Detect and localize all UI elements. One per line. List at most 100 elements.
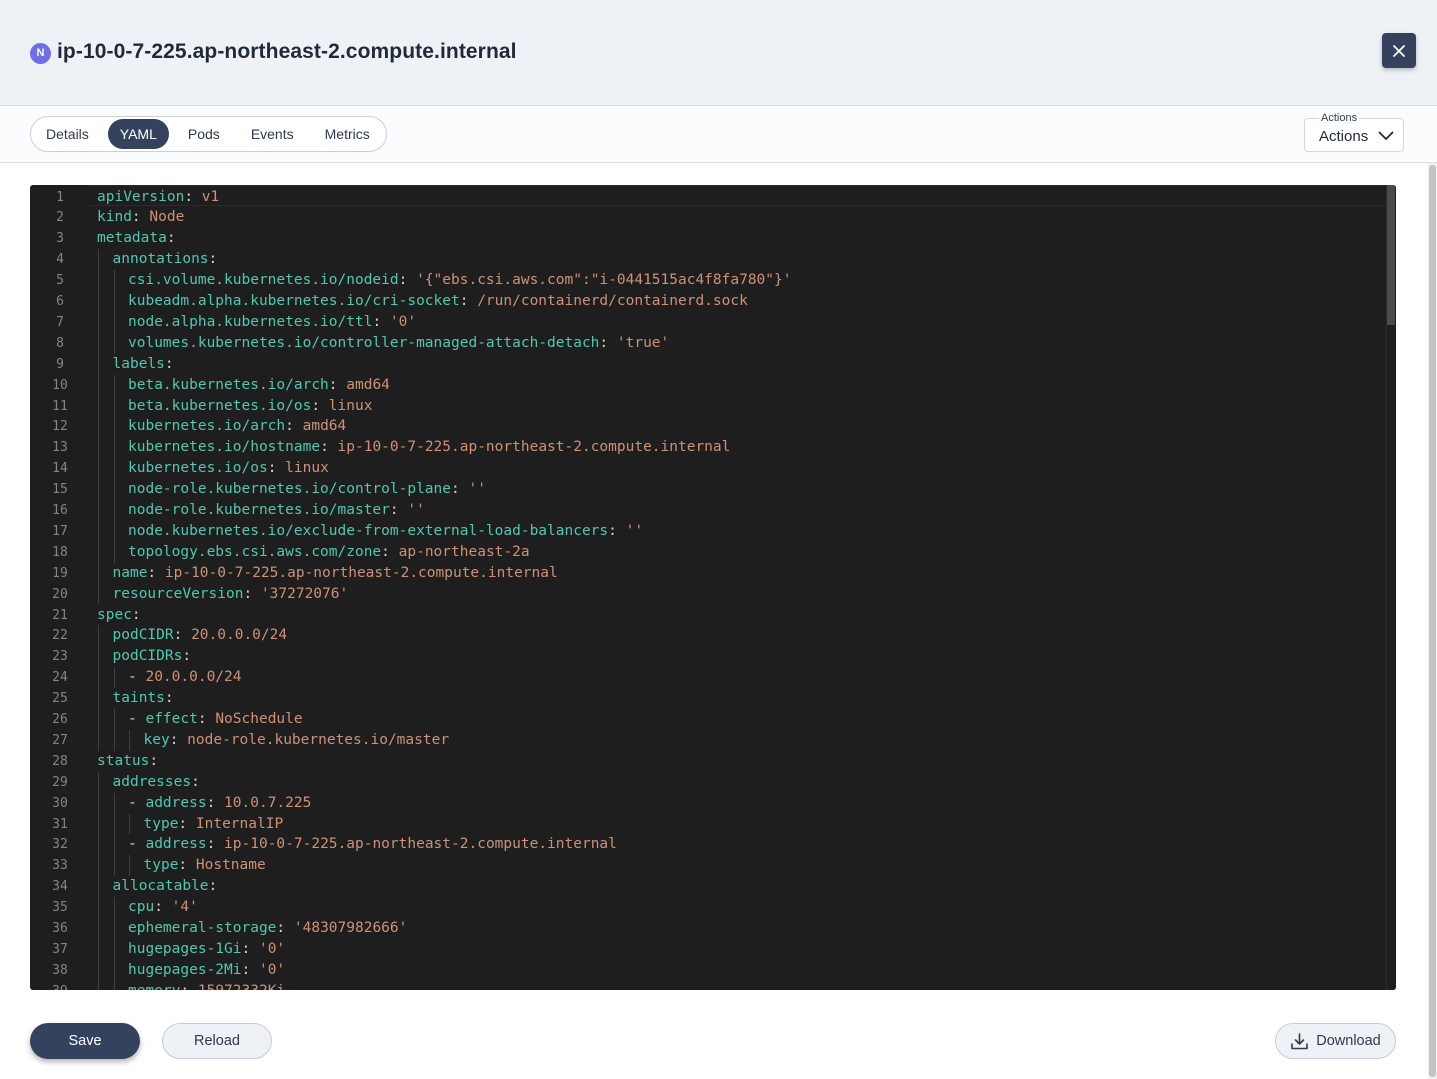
yaml-colon: : — [184, 188, 202, 205]
download-button[interactable]: Download — [1275, 1023, 1396, 1059]
yaml-colon: : — [208, 878, 218, 895]
line-number: 8 — [56, 335, 64, 351]
yaml-colon: : — [372, 313, 390, 330]
code-line: volumes.kubernetes.io/controller-managed… — [128, 333, 669, 354]
yaml-key: type — [143, 815, 179, 832]
yaml-value: ap-northeast-2a — [398, 543, 530, 560]
line-number: 38 — [52, 962, 68, 978]
page-scrollbar-thumb[interactable] — [1429, 165, 1436, 1077]
yaml-colon: : — [164, 355, 174, 372]
yaml-colon: : — [206, 836, 225, 853]
line-number: 18 — [52, 544, 68, 560]
code-line: name: ip-10-0-7-225.ap-northeast-2.compu… — [113, 563, 558, 584]
code-line: node.kubernetes.io/exclude-from-external… — [128, 521, 643, 542]
code-line: hugepages-2Mi: '0' — [128, 960, 285, 981]
line-number: 7 — [56, 314, 64, 330]
yaml-editor[interactable]: 1 2 3 4 5 6 7 8 9 10 11 12 13 14 15 16 17 18 19 20 21 22 23 24 2… — [30, 185, 1396, 990]
yaml-colon: : — [169, 731, 188, 748]
yaml-value: '0' — [258, 961, 286, 978]
yaml-colon: : — [389, 502, 408, 518]
chevron-down-icon — [1378, 131, 1394, 140]
list-dash: - — [128, 669, 146, 686]
code-line: kubernetes.io/arch: amd64 — [128, 416, 346, 437]
yaml-key: topology.ebs.csi.aws.com/zone — [128, 543, 382, 560]
line-number: 30 — [52, 795, 68, 811]
indent-guide — [113, 270, 115, 354]
save-button[interactable]: Save — [30, 1023, 140, 1059]
code-line: memory: 15972332Ki — [128, 981, 285, 990]
yaml-value: v1 — [201, 188, 220, 205]
yaml-value: Hostname — [195, 857, 266, 874]
editor-scrollbar[interactable] — [1386, 185, 1396, 990]
code-line: allocatable: — [113, 876, 218, 897]
yaml-key: node.kubernetes.io/exclude-from-external… — [128, 522, 609, 539]
yaml-value: '48307982666' — [293, 920, 408, 936]
code-line: kubeadm.alpha.kubernetes.io/cri-socket: … — [128, 291, 748, 312]
yaml-value: node-role.kubernetes.io/master — [187, 731, 450, 748]
indent-guide — [98, 771, 99, 990]
yaml-key: csi.volume.kubernetes.io/nodeid — [128, 272, 399, 289]
tab-events[interactable]: Events — [239, 119, 306, 149]
yaml-value: 'true' — [616, 334, 670, 351]
yaml-key: taints — [112, 690, 165, 707]
yaml-colon: : — [131, 606, 141, 623]
code-line: node.alpha.kubernetes.io/ttl: '0' — [128, 312, 416, 333]
list-dash: - — [128, 794, 146, 811]
yaml-value: linux — [285, 460, 329, 477]
tab-yaml[interactable]: YAML — [107, 119, 169, 149]
download-label: Download — [1316, 1033, 1381, 1049]
tab-metrics[interactable]: Metrics — [313, 119, 382, 149]
yaml-colon: : — [166, 230, 176, 247]
line-number: 3 — [56, 231, 64, 247]
yaml-key: ephemeral-storage — [128, 920, 277, 936]
line-number: 29 — [52, 774, 68, 790]
code-area[interactable]: apiVersion: v1 kind: Node metadata: annotat… — [97, 185, 1386, 990]
yaml-value: ip-10-0-7-225.ap-northeast-2.compute.int… — [337, 439, 731, 456]
yaml-key: cpu — [128, 899, 155, 916]
code-line: metadata: — [97, 228, 176, 249]
indent-guide — [98, 249, 99, 605]
yaml-value: /run/containerd/containerd.sock — [477, 293, 748, 309]
yaml-key: node-role.kubernetes.io/master — [128, 502, 390, 518]
editor-scrollbar-thumb[interactable] — [1387, 185, 1395, 325]
line-number: 5 — [56, 273, 64, 289]
yaml-key: podCIDR — [112, 627, 174, 644]
yaml-key: address — [145, 794, 207, 811]
yaml-key: beta.kubernetes.io/os — [128, 397, 312, 414]
yaml-value: '4' — [171, 899, 198, 916]
code-line: addresses: — [113, 772, 200, 793]
close-button[interactable] — [1382, 33, 1416, 68]
yaml-key: kubernetes.io/arch — [128, 418, 286, 435]
code-line: beta.kubernetes.io/os: linux — [128, 396, 372, 417]
line-number: 4 — [56, 252, 64, 268]
code-line: - address: ip-10-0-7-225.ap-northeast-2.… — [128, 834, 617, 855]
tab-pods[interactable]: Pods — [176, 119, 232, 149]
reload-button[interactable]: Reload — [162, 1023, 272, 1059]
code-line: annotations: — [113, 249, 218, 270]
line-number: 20 — [52, 586, 68, 602]
yaml-colon: : — [154, 899, 172, 916]
yaml-value: 20.0.0.0/24 — [191, 627, 288, 644]
yaml-key: kubernetes.io/os — [128, 460, 268, 477]
line-number: 28 — [52, 753, 68, 769]
yaml-value: linux — [328, 397, 373, 414]
yaml-colon: : — [451, 481, 469, 498]
code-line: kubernetes.io/os: linux — [128, 458, 329, 479]
tab-bar: Details YAML Pods Events Metrics — [0, 107, 1437, 163]
actions-legend: Actions — [1319, 112, 1360, 124]
code-line: kind: Node — [97, 207, 184, 228]
tab-details[interactable]: Details — [34, 119, 101, 149]
page-scrollbar[interactable] — [1428, 163, 1437, 1079]
yaml-key: metadata — [97, 230, 167, 247]
code-line: - 20.0.0.0/24 — [128, 667, 242, 688]
code-line: node-role.kubernetes.io/master: '' — [128, 500, 425, 521]
line-number: 17 — [52, 523, 68, 539]
actions-dropdown[interactable]: Actions Actions — [1304, 112, 1404, 152]
code-line: podCIDRs: — [113, 646, 192, 667]
yaml-value: InternalIP — [195, 815, 284, 832]
line-number: 13 — [52, 440, 68, 456]
yaml-colon: : — [459, 293, 478, 309]
yaml-colon: : — [131, 209, 150, 226]
line-number: 33 — [52, 858, 68, 874]
code-line: podCIDR: 20.0.0.0/24 — [113, 625, 288, 646]
